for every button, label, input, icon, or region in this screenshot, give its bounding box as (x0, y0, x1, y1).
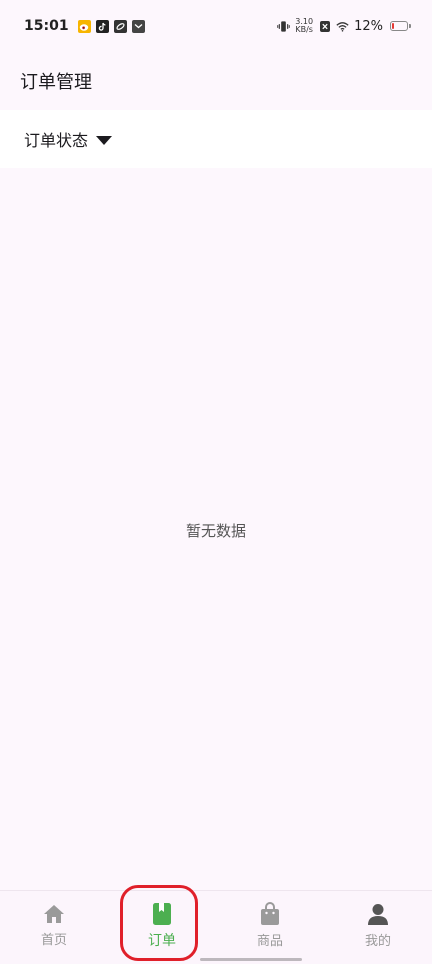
battery-icon (390, 21, 411, 31)
vibrate-icon (277, 20, 291, 33)
page-title: 订单管理 (20, 72, 92, 93)
net-speed-unit: KB/s (295, 25, 313, 34)
person-icon (366, 902, 390, 926)
home-indicator[interactable] (200, 958, 302, 961)
shopping-bag-icon (259, 902, 281, 926)
nav-item-orders[interactable]: 订单 (108, 891, 216, 964)
nav-item-profile[interactable]: 我的 (324, 891, 432, 964)
bottom-nav: 首页 订单 商品 我的 (0, 890, 432, 964)
no-sim-icon (318, 20, 331, 33)
nav-label-profile: 我的 (364, 934, 391, 949)
status-bar: 15:01 3.10 KB/s 12% (0, 0, 432, 52)
weibo-icon (77, 19, 91, 33)
link-app-icon (113, 19, 127, 33)
home-icon (42, 903, 66, 925)
tiktok-icon (95, 19, 109, 33)
nav-item-products[interactable]: 商品 (216, 891, 324, 964)
nav-label-products: 商品 (256, 934, 283, 949)
nav-label-home: 首页 (40, 933, 67, 948)
empty-state-text: 暂无数据 (185, 522, 246, 540)
status-left: 15:01 (24, 18, 145, 34)
wifi-icon (336, 20, 349, 33)
battery-fill (392, 23, 394, 29)
order-status-filter-label: 订单状态 (24, 131, 89, 150)
bookmark-book-icon (151, 902, 173, 926)
status-right: 3.10 KB/s 12% (277, 18, 411, 34)
dropdown-arrow-icon[interactable] (96, 135, 113, 145)
mail-app-icon (131, 19, 145, 33)
order-status-filter[interactable]: 订单状态 (0, 110, 432, 168)
app-bar: 订单管理 (0, 52, 432, 110)
nav-label-orders: 订单 (148, 932, 176, 949)
battery-percent: 12% (354, 18, 383, 34)
nav-item-home[interactable]: 首页 (0, 891, 108, 964)
net-speed: 3.10 KB/s (295, 18, 313, 34)
status-time: 15:01 (24, 18, 69, 34)
